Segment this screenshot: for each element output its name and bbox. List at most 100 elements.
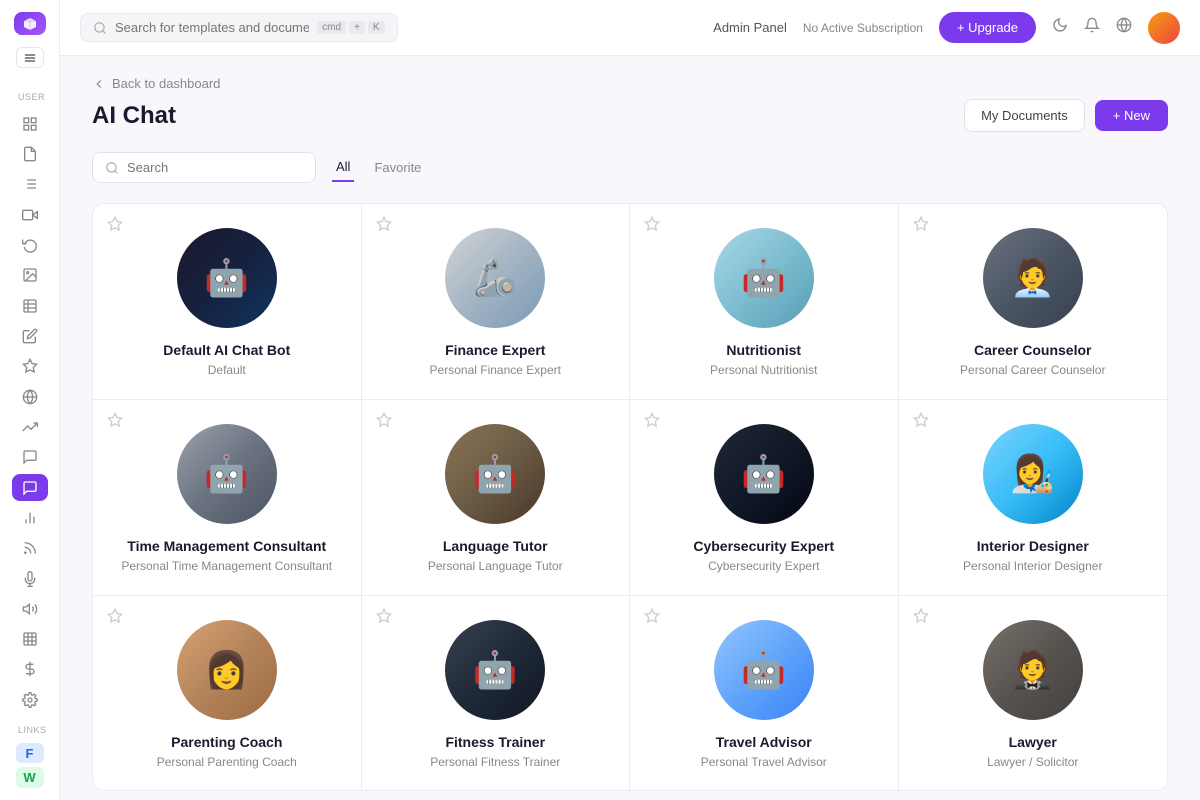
bot-description: Personal Career Counselor	[960, 362, 1105, 379]
link-f-button[interactable]: F	[16, 743, 44, 763]
sidebar-item-trend[interactable]	[12, 414, 48, 440]
bot-card[interactable]: 🦾 Finance Expert Personal Finance Expert	[362, 204, 631, 400]
admin-panel-link[interactable]: Admin Panel	[713, 20, 787, 35]
bot-card[interactable]: 🤖 Cybersecurity Expert Cybersecurity Exp…	[630, 400, 899, 596]
bot-avatar: 🤖	[445, 424, 545, 524]
bot-name: Fitness Trainer	[445, 734, 545, 750]
favorite-button[interactable]	[107, 216, 123, 237]
sidebar-item-image[interactable]	[12, 262, 48, 288]
breadcrumb[interactable]: Back to dashboard	[92, 56, 1168, 99]
bot-avatar: 🤵	[983, 620, 1083, 720]
sidebar-item-dollar[interactable]	[12, 656, 48, 682]
sidebar-item-chat-active[interactable]	[12, 474, 48, 500]
bot-description: Cybersecurity Expert	[708, 558, 819, 575]
sidebar-item-bars[interactable]	[12, 505, 48, 531]
sidebar-item-history[interactable]	[12, 232, 48, 258]
app-logo[interactable]	[14, 12, 46, 35]
favorite-button[interactable]	[913, 608, 929, 629]
sidebar-collapse-button[interactable]	[16, 47, 44, 68]
favorite-button[interactable]	[376, 608, 392, 629]
sidebar-item-video[interactable]	[12, 201, 48, 227]
favorite-button[interactable]	[107, 412, 123, 433]
filter-search-box[interactable]	[92, 152, 316, 183]
bot-name: Default AI Chat Bot	[163, 342, 290, 358]
sidebar-item-edit[interactable]	[12, 323, 48, 349]
page-actions: My Documents + New	[964, 99, 1168, 132]
link-w-button[interactable]: W	[16, 767, 44, 787]
bot-name: Cybersecurity Expert	[693, 538, 834, 554]
subscription-status: No Active Subscription	[803, 21, 923, 35]
user-avatar[interactable]	[1148, 12, 1180, 44]
back-icon	[92, 77, 106, 91]
global-search-input[interactable]	[115, 20, 309, 35]
user-section-label: USER	[0, 92, 45, 102]
sidebar-item-star[interactable]	[12, 353, 48, 379]
favorite-button[interactable]	[107, 608, 123, 629]
favorite-button[interactable]	[644, 412, 660, 433]
main-content: cmd + K Admin Panel No Active Subscripti…	[60, 0, 1200, 800]
bot-card[interactable]: 🤖 Travel Advisor Personal Travel Advisor	[630, 596, 899, 791]
new-button[interactable]: + New	[1095, 100, 1168, 131]
filter-bar: All Favorite	[92, 152, 1168, 183]
bot-card[interactable]: 🤖 Time Management Consultant Personal Ti…	[93, 400, 362, 596]
bot-description: Default	[208, 362, 246, 379]
sidebar-item-chat[interactable]	[12, 444, 48, 470]
favorite-button[interactable]	[913, 412, 929, 433]
favorite-button[interactable]	[376, 412, 392, 433]
sidebar-item-feed[interactable]	[12, 535, 48, 561]
language-icon[interactable]	[1116, 17, 1132, 38]
page-content: Back to dashboard AI Chat My Documents +…	[60, 56, 1200, 800]
bot-card[interactable]: 👩 Parenting Coach Personal Parenting Coa…	[93, 596, 362, 791]
bot-description: Personal Interior Designer	[963, 558, 1102, 575]
page-title: AI Chat	[92, 102, 176, 130]
bot-avatar: 🤖	[445, 620, 545, 720]
global-search[interactable]: cmd + K	[80, 13, 398, 42]
sidebar-item-speaker[interactable]	[12, 596, 48, 622]
bot-name: Travel Advisor	[716, 734, 812, 750]
bot-description: Personal Time Management Consultant	[121, 558, 332, 575]
theme-toggle-icon[interactable]	[1052, 17, 1068, 38]
sidebar-item-grid[interactable]	[12, 110, 48, 136]
favorite-button[interactable]	[913, 216, 929, 237]
bot-avatar: 🤖	[714, 424, 814, 524]
search-shortcut: cmd + K	[317, 21, 384, 34]
bot-name: Parenting Coach	[171, 734, 282, 750]
bot-card[interactable]: 🤖 Default AI Chat Bot Default	[93, 204, 362, 400]
bot-card[interactable]: 🤖 Fitness Trainer Personal Fitness Train…	[362, 596, 631, 791]
bot-card[interactable]: 👩‍🎨 Interior Designer Personal Interior …	[899, 400, 1168, 596]
bot-name: Time Management Consultant	[127, 538, 326, 554]
filter-search-input[interactable]	[127, 160, 303, 175]
bot-avatar: 👩‍🎨	[983, 424, 1083, 524]
notifications-icon[interactable]	[1084, 17, 1100, 38]
sidebar-item-mic[interactable]	[12, 565, 48, 591]
bot-card[interactable]: 🤖 Language Tutor Personal Language Tutor	[362, 400, 631, 596]
bot-card[interactable]: 🧑‍💼 Career Counselor Personal Career Cou…	[899, 204, 1168, 400]
bot-card[interactable]: 🤖 Nutritionist Personal Nutritionist	[630, 204, 899, 400]
tab-favorite[interactable]: Favorite	[370, 154, 425, 181]
favorite-button[interactable]	[644, 608, 660, 629]
sidebar-item-list[interactable]	[12, 171, 48, 197]
upgrade-button[interactable]: + Upgrade	[939, 12, 1036, 43]
topbar: cmd + K Admin Panel No Active Subscripti…	[60, 0, 1200, 56]
bot-name: Career Counselor	[974, 342, 1091, 358]
sidebar-item-docs[interactable]	[12, 141, 48, 167]
sidebar-item-globe[interactable]	[12, 383, 48, 409]
favorite-button[interactable]	[644, 216, 660, 237]
sidebar-item-bar-chart[interactable]	[12, 626, 48, 652]
bot-description: Personal Parenting Coach	[157, 754, 297, 771]
bot-avatar: 🤖	[714, 620, 814, 720]
bot-name: Finance Expert	[445, 342, 545, 358]
bot-avatar: 🤖	[714, 228, 814, 328]
sidebar-item-settings[interactable]	[12, 687, 48, 713]
sidebar-item-table[interactable]	[12, 292, 48, 318]
bot-card[interactable]: 🤵 Lawyer Lawyer / Solicitor	[899, 596, 1168, 791]
bot-name: Language Tutor	[443, 538, 548, 554]
bot-description: Personal Finance Expert	[430, 362, 561, 379]
search-icon	[93, 21, 107, 35]
tab-all[interactable]: All	[332, 153, 354, 182]
bot-description: Personal Travel Advisor	[701, 754, 827, 771]
favorite-button[interactable]	[376, 216, 392, 237]
my-documents-button[interactable]: My Documents	[964, 99, 1085, 132]
links-section-label: LINKS	[0, 725, 47, 735]
bot-description: Personal Nutritionist	[710, 362, 817, 379]
